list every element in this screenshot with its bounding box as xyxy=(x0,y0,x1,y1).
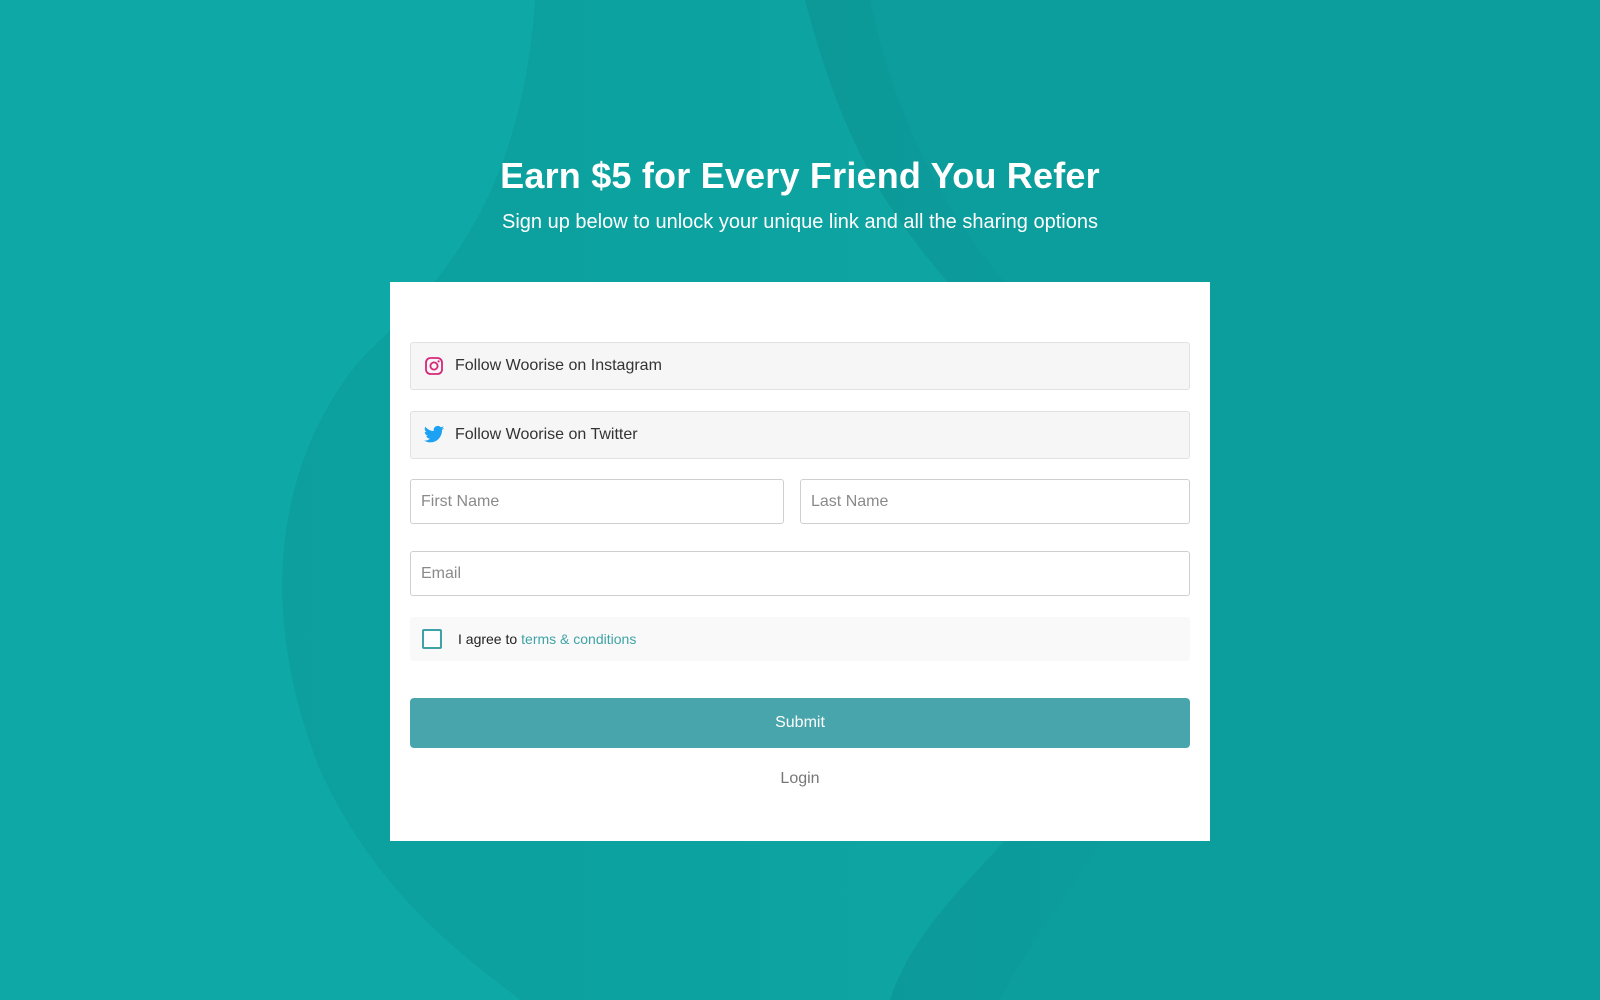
first-name-input[interactable] xyxy=(410,479,784,524)
follow-twitter-label: Follow Woorise on Twitter xyxy=(455,426,638,443)
page-background: Earn $5 for Every Friend You Refer Sign … xyxy=(0,0,1600,1000)
last-name-input[interactable] xyxy=(800,479,1190,524)
twitter-icon xyxy=(423,424,445,446)
follow-twitter-button[interactable]: Follow Woorise on Twitter xyxy=(410,411,1190,459)
email-input[interactable] xyxy=(410,551,1190,596)
terms-checkbox[interactable] xyxy=(422,629,442,649)
submit-button[interactable]: Submit xyxy=(410,698,1190,748)
login-link[interactable]: Login xyxy=(390,770,1210,788)
terms-agreement-row: I agree to terms & conditions xyxy=(410,617,1190,661)
follow-instagram-label: Follow Woorise on Instagram xyxy=(455,357,662,374)
terms-link[interactable]: terms & conditions xyxy=(521,631,636,647)
follow-instagram-button[interactable]: Follow Woorise on Instagram xyxy=(410,342,1190,390)
page-title: Earn $5 for Every Friend You Refer xyxy=(500,155,1100,196)
page-subtitle: Sign up below to unlock your unique link… xyxy=(502,211,1098,233)
agree-label: I agree to xyxy=(458,631,518,647)
instagram-icon xyxy=(423,355,445,377)
signup-form-card: Follow Woorise on Instagram Follow Woori… xyxy=(390,282,1210,841)
hero-section: Earn $5 for Every Friend You Refer Sign … xyxy=(0,155,1600,234)
